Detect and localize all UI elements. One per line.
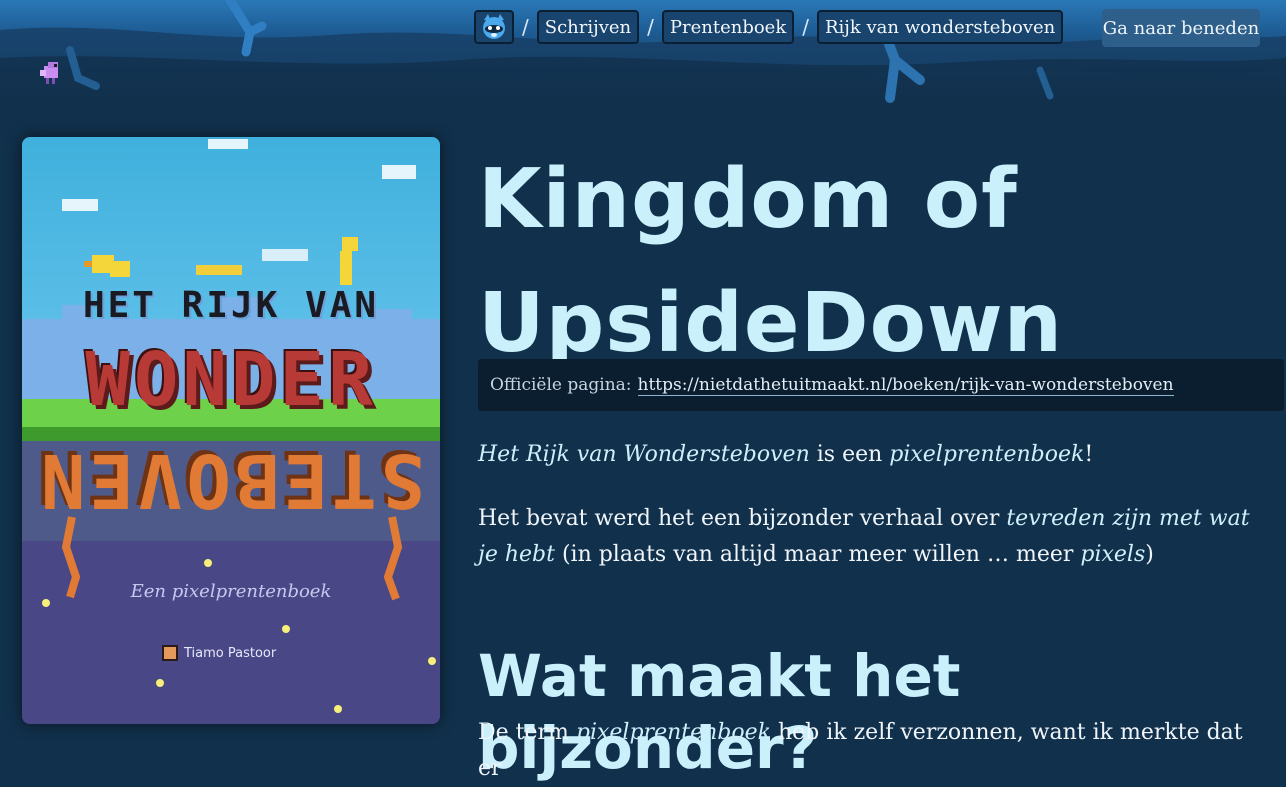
pixel-bird-icon bbox=[40, 62, 58, 84]
official-page-link[interactable]: https://nietdathetuitmaakt.nl/boeken/rij… bbox=[637, 375, 1174, 396]
cover-title-line2: WONDER bbox=[85, 337, 377, 423]
cover-subtitle: Een pixelprentenboek bbox=[130, 581, 332, 602]
breadcrumb: / Schrijven / Prentenboek / Rijk van won… bbox=[474, 10, 1064, 44]
go-to-bottom-button[interactable]: Ga naar beneden bbox=[1102, 9, 1260, 47]
page-title: Kingdom of UpsideDown bbox=[478, 152, 1064, 371]
text: (in plaats van altijd maar meer willen …… bbox=[554, 542, 1081, 567]
text: ! bbox=[1084, 442, 1094, 467]
cover-author: Tiamo Pastoor bbox=[162, 645, 276, 661]
text: De term bbox=[478, 720, 576, 745]
text: Het bevat werd het een bijzonder verhaal… bbox=[478, 506, 1007, 531]
intro-paragraph: Het Rijk van Wondersteboven is een pixel… bbox=[478, 437, 1268, 473]
official-page-box: Officiële pagina: https://nietdathetuitm… bbox=[478, 359, 1284, 411]
section-paragraph: De term pixelprentenboek heb ik zelf ver… bbox=[478, 715, 1268, 787]
story-paragraph: Het bevat werd het een bijzonder verhaal… bbox=[478, 501, 1268, 573]
breadcrumb-schrijven[interactable]: Schrijven bbox=[536, 10, 640, 44]
cover-title-line3: STEBOVEN bbox=[36, 437, 426, 523]
cover-author-name: Tiamo Pastoor bbox=[184, 645, 277, 661]
pixels-emphasis: pixels bbox=[1080, 542, 1146, 567]
breadcrumb-prentenboek[interactable]: Prentenboek bbox=[661, 10, 795, 44]
book-cover-image: HET RIJK VAN WONDER STEBOVEN Een pixelpr… bbox=[22, 137, 440, 724]
book-name-emphasis: Het Rijk van Wondersteboven bbox=[478, 442, 810, 467]
text: ) bbox=[1145, 542, 1154, 567]
text: is een bbox=[809, 442, 890, 467]
breadcrumb-separator: / bbox=[802, 15, 809, 39]
cover-title-line1: HET RIJK VAN bbox=[82, 285, 380, 326]
breadcrumb-current[interactable]: Rijk van wondersteboven bbox=[816, 10, 1064, 44]
term-emphasis: pixelprentenboek bbox=[889, 442, 1085, 467]
raccoon-logo-icon bbox=[483, 14, 505, 39]
author-avatar-icon bbox=[162, 645, 178, 661]
breadcrumb-separator: / bbox=[522, 15, 529, 39]
breadcrumb-separator: / bbox=[647, 15, 654, 39]
term-emphasis: pixelprentenboek bbox=[575, 720, 771, 745]
home-link[interactable] bbox=[474, 10, 514, 44]
official-page-label: Officiële pagina: bbox=[490, 375, 632, 395]
cover-artwork bbox=[22, 137, 440, 724]
